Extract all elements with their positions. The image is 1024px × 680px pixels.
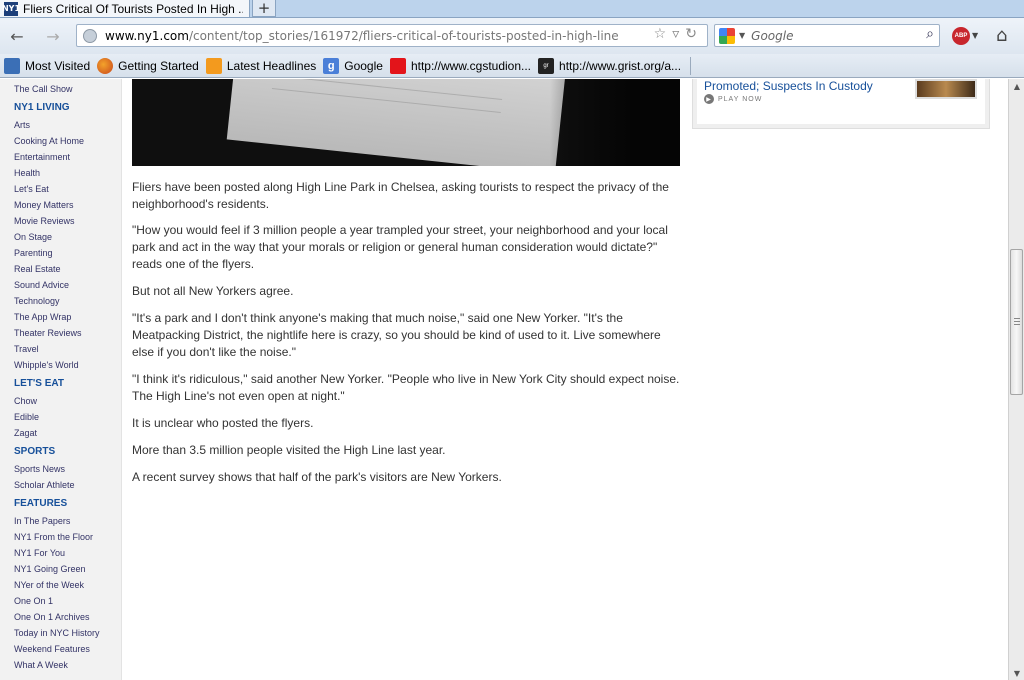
search-placeholder[interactable]: Google (751, 29, 793, 43)
sidebar-link[interactable]: NY1 For You (14, 548, 65, 558)
sidebar-link[interactable]: Technology (14, 296, 60, 306)
tab-bar: NY1 Fliers Critical Of Tourists Posted I… (0, 0, 1024, 18)
search-bar[interactable]: ▼ Google ⌕ (714, 24, 940, 47)
article-paragraph: But not all New Yorkers agree. (132, 284, 294, 298)
adblock-plus-icon[interactable]: ABP (952, 27, 970, 45)
sidebar-link[interactable]: Entertainment (14, 152, 70, 162)
ny1-favicon-icon: NY1 (2, 1, 20, 16)
active-tab[interactable]: NY1 Fliers Critical Of Tourists Posted I… (0, 0, 250, 18)
bookmark-getting-started[interactable]: Getting Started (97, 57, 199, 74)
sidebar-link[interactable]: The App Wrap (14, 312, 71, 322)
sidebar-link[interactable]: Edible (14, 412, 39, 422)
sidebar-link[interactable]: One On 1 Archives (14, 612, 90, 622)
most-visited-icon (4, 57, 20, 74)
url-text: www.ny1.com/content/top_stories/161972/f… (105, 28, 619, 43)
url-bar[interactable]: www.ny1.com/content/top_stories/161972/f… (76, 24, 708, 47)
sidebar-heading: LET'S EAT (14, 378, 64, 389)
sidebar-link[interactable]: On Stage (14, 232, 52, 242)
scrollbar-thumb[interactable] (1010, 249, 1023, 395)
forward-arrow-icon[interactable]: → (42, 25, 64, 47)
article-photo (132, 79, 680, 166)
left-sidebar: The Call Show NY1 LIVING Arts Cooking At… (0, 79, 122, 680)
dropdown-arrow-icon[interactable]: ▿ (672, 26, 685, 42)
grist-favicon-icon: gr (538, 57, 555, 74)
rss-icon (205, 57, 222, 74)
sidebar-link[interactable]: Cooking At Home (14, 136, 84, 146)
sidebar-link[interactable]: Whipple's World (14, 360, 79, 370)
video-story-link[interactable]: Promoted; Suspects In Custody (704, 79, 873, 93)
bookmark-latest-headlines[interactable]: Latest Headlines (205, 57, 316, 74)
navigation-toolbar: ← → www.ny1.com/content/top_stories/1619… (0, 18, 1024, 54)
article-paragraph: It is unclear who posted the flyers. (132, 416, 314, 430)
sidebar-heading: NY1 LIVING (14, 102, 70, 113)
sidebar-link[interactable]: In The Papers (14, 516, 70, 526)
engine-dropdown-icon[interactable]: ▼ (739, 31, 745, 40)
bookmark-google[interactable]: g Google (323, 57, 383, 74)
sidebar-link[interactable]: The Call Show (14, 84, 73, 94)
bookmarks-toolbar: Most Visited Getting Started Latest Head… (0, 54, 1024, 78)
star-icon[interactable]: ☆ (654, 26, 673, 42)
sidebar-link[interactable]: Sound Advice (14, 280, 69, 290)
sidebar-link[interactable]: Movie Reviews (14, 216, 75, 226)
sidebar-link[interactable]: Travel (14, 344, 39, 354)
sidebar-link[interactable]: Zagat (14, 428, 37, 438)
sidebar-link[interactable]: What A Week (14, 660, 68, 670)
scroll-up-arrow-icon[interactable]: ▲ (1009, 79, 1024, 93)
firefox-icon (97, 57, 114, 74)
sidebar-heading: FEATURES (14, 498, 68, 509)
bookmark-cgstudion[interactable]: http://www.cgstudion... (389, 57, 531, 74)
video-thumbnail[interactable] (915, 79, 977, 99)
sidebar-link[interactable]: Money Matters (14, 200, 74, 210)
sidebar-link[interactable]: One On 1 (14, 596, 53, 606)
new-tab-button[interactable]: + (252, 0, 276, 17)
article-paragraph: "It's a park and I don't think anyone's … (132, 311, 661, 359)
article-paragraph: More than 3.5 million people visited the… (132, 443, 446, 457)
google-favicon-icon: g (323, 57, 340, 74)
play-icon: ▶ (704, 94, 714, 104)
sidebar-link[interactable]: Let's Eat (14, 184, 49, 194)
sidebar-link[interactable]: Chow (14, 396, 37, 406)
sidebar-link[interactable]: Parenting (14, 248, 53, 258)
article-paragraph: Fliers have been posted along High Line … (132, 180, 669, 211)
sidebar-link[interactable]: NYer of the Week (14, 580, 84, 590)
web-page: The Call Show NY1 LIVING Arts Cooking At… (0, 79, 1008, 680)
magnifier-icon[interactable]: ⌕ (926, 26, 934, 42)
sidebar-link[interactable]: Real Estate (14, 264, 61, 274)
sidebar-link[interactable]: Today in NYC History (14, 628, 100, 638)
bookmark-grist[interactable]: gr http://www.grist.org/a... (538, 57, 681, 74)
globe-icon (83, 28, 97, 43)
article-paragraph: A recent survey shows that half of the p… (132, 470, 502, 484)
sidebar-link[interactable]: Weekend Features (14, 644, 90, 654)
bookmark-most-visited[interactable]: Most Visited (4, 57, 90, 74)
sidebar-link[interactable]: NY1 Going Green (14, 564, 86, 574)
scroll-down-arrow-icon[interactable]: ▼ (1009, 666, 1024, 680)
back-arrow-icon[interactable]: ← (6, 25, 28, 47)
sidebar-link[interactable]: Arts (14, 120, 30, 130)
home-icon[interactable]: ⌂ (996, 25, 1007, 46)
red-square-icon (389, 57, 406, 74)
sidebar-link[interactable]: Theater Reviews (14, 328, 82, 338)
google-icon[interactable] (719, 27, 735, 44)
tab-title: Fliers Critical Of Tourists Posted In Hi… (23, 1, 243, 16)
toolbar-separator (690, 56, 692, 75)
vertical-scrollbar[interactable]: ▲ ▼ (1008, 79, 1024, 680)
video-promo-box: Promoted; Suspects In Custody ▶ PLAY NOW (692, 79, 990, 129)
sidebar-link[interactable]: Scholar Athlete (14, 480, 75, 490)
reload-icon[interactable]: ↻ (685, 26, 703, 42)
sidebar-link[interactable]: Sports News (14, 464, 65, 474)
sidebar-link[interactable]: NY1 From the Floor (14, 532, 93, 542)
sidebar-link[interactable]: Health (14, 168, 40, 178)
article-paragraph: "How you would feel if 3 million people … (132, 223, 668, 271)
article-paragraph: "I think it's ridiculous," said another … (132, 372, 680, 403)
adblock-dropdown-icon[interactable]: ▼ (972, 31, 978, 40)
play-now-button[interactable]: ▶ PLAY NOW (704, 94, 762, 104)
sidebar-heading: SPORTS (14, 446, 56, 457)
